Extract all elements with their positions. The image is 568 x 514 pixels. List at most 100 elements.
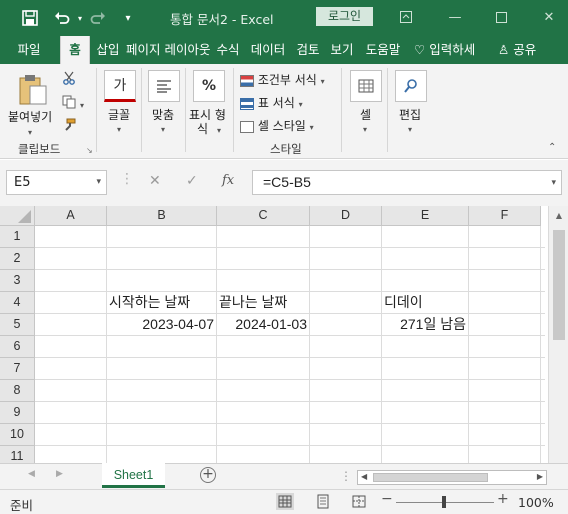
row-header-4[interactable]: 4: [0, 292, 35, 314]
redo-icon[interactable]: [88, 8, 108, 28]
cancel-icon[interactable]: ✕: [149, 173, 161, 189]
save-icon[interactable]: [20, 8, 40, 28]
cell-c5[interactable]: 2024-01-03: [217, 314, 310, 336]
formula-input[interactable]: =C5-B5 ▾: [252, 170, 562, 195]
zoom-slider-knob[interactable]: [442, 496, 446, 508]
paste-button[interactable]: 붙여넣기: [8, 108, 52, 125]
customize-toolbar-icon[interactable]: ▾: [118, 8, 138, 28]
tab-view[interactable]: 보기: [326, 36, 358, 64]
clipboard-launcher-icon[interactable]: ↘: [86, 146, 93, 155]
scroll-up-icon[interactable]: ▲: [549, 211, 568, 220]
tab-help[interactable]: 도움말: [360, 36, 406, 64]
font-icon[interactable]: 가: [104, 70, 136, 102]
more-dots-icon: ⋮: [120, 171, 134, 187]
scroll-left-icon[interactable]: ◀: [361, 472, 367, 481]
name-box[interactable]: E5 ▾: [6, 170, 107, 195]
tab-file[interactable]: 파일: [10, 36, 48, 64]
tab-data[interactable]: 데이터: [246, 36, 290, 64]
alignment-dropdown-icon[interactable]: ▾: [161, 121, 165, 135]
next-sheet-icon[interactable]: ▶: [56, 469, 63, 479]
tab-page-layout[interactable]: 페이지 레이아웃: [126, 36, 210, 64]
column-header-f[interactable]: F: [469, 206, 541, 226]
zoom-out-icon[interactable]: −: [381, 491, 393, 507]
editing-dropdown-icon[interactable]: ▾: [408, 121, 412, 135]
row-header-11[interactable]: 11: [0, 446, 35, 463]
horizontal-scroll-thumb[interactable]: [373, 473, 488, 482]
search-icon[interactable]: [395, 70, 427, 102]
paste-dropdown-icon[interactable]: ▾: [28, 124, 32, 138]
cell-c4[interactable]: 끝나는 날짜: [217, 292, 310, 314]
undo-icon[interactable]: [52, 8, 72, 28]
number-format-label-2[interactable]: 식: [197, 120, 208, 137]
conditional-format-button[interactable]: 조건부 서식 ▾: [240, 71, 325, 88]
row-header-9[interactable]: 9: [0, 402, 35, 424]
login-button[interactable]: 로그인: [316, 7, 373, 26]
share-button[interactable]: ♙ 공유: [498, 36, 548, 64]
sheet-tab-sheet1[interactable]: Sheet1: [102, 463, 165, 488]
separator: [185, 68, 186, 152]
tell-me-box[interactable]: ♡ 입력하세: [414, 36, 488, 64]
minimize-icon[interactable]: —: [444, 7, 466, 27]
select-all-corner[interactable]: [0, 206, 35, 226]
font-dropdown-icon[interactable]: ▾: [117, 121, 121, 135]
cell-b4[interactable]: 시작하는 날짜: [107, 292, 217, 314]
column-header-c[interactable]: C: [217, 206, 310, 226]
prev-sheet-icon[interactable]: ◀: [28, 469, 35, 479]
copy-icon[interactable]: [62, 95, 76, 112]
vertical-scrollbar[interactable]: ▲: [548, 206, 568, 463]
undo-dropdown-icon[interactable]: ▾: [70, 8, 90, 28]
tab-review[interactable]: 검토: [292, 36, 324, 64]
scroll-right-icon[interactable]: ▶: [537, 472, 543, 481]
spreadsheet-grid[interactable]: A B C D E F 1 2 3 4 5 6 7 8 9 10 11 시작하는…: [0, 206, 568, 463]
cell-e5[interactable]: 271일 남음: [382, 314, 469, 336]
row-header-6[interactable]: 6: [0, 336, 35, 358]
window-title: 통합 문서2 - Excel: [170, 12, 274, 27]
insert-function-icon[interactable]: fx: [222, 173, 234, 188]
copy-dropdown-icon[interactable]: ▾: [80, 97, 84, 111]
tab-formulas[interactable]: 수식: [212, 36, 244, 64]
column-header-a[interactable]: A: [35, 206, 107, 226]
cell-style-button[interactable]: 셀 스타일 ▾: [240, 117, 314, 134]
number-format-icon[interactable]: %: [193, 70, 225, 102]
column-header-d[interactable]: D: [310, 206, 382, 226]
row-header-8[interactable]: 8: [0, 380, 35, 402]
name-box-dropdown-icon[interactable]: ▾: [96, 171, 101, 194]
cell-b5[interactable]: 2023-04-07: [107, 314, 217, 336]
maximize-icon[interactable]: [490, 7, 512, 27]
separator: [233, 68, 234, 152]
name-box-value: E5: [14, 175, 31, 190]
normal-view-icon[interactable]: [276, 493, 294, 510]
number-format-dropdown-icon[interactable]: ▾: [217, 122, 221, 136]
vertical-scroll-thumb[interactable]: [553, 230, 565, 340]
row-header-10[interactable]: 10: [0, 424, 35, 446]
row-header-1[interactable]: 1: [0, 226, 35, 248]
cell-e4[interactable]: 디데이: [382, 292, 469, 314]
enter-icon[interactable]: ✓: [186, 173, 198, 189]
format-painter-icon[interactable]: [62, 118, 76, 135]
row-header-2[interactable]: 2: [0, 248, 35, 270]
page-layout-view-icon[interactable]: [314, 493, 332, 510]
row-header-5[interactable]: 5: [0, 314, 35, 336]
zoom-level[interactable]: 100%: [518, 495, 554, 510]
column-header-e[interactable]: E: [382, 206, 469, 226]
format-table-button[interactable]: 표 서식 ▾: [240, 94, 303, 111]
page-break-view-icon[interactable]: [350, 493, 368, 510]
close-icon[interactable]: ✕: [538, 7, 560, 27]
collapse-ribbon-icon[interactable]: ⌃: [548, 142, 556, 153]
row-header-3[interactable]: 3: [0, 270, 35, 292]
column-header-b[interactable]: B: [107, 206, 217, 226]
expand-formula-icon[interactable]: ▾: [551, 171, 556, 194]
add-sheet-icon[interactable]: +: [200, 467, 216, 483]
row-header-7[interactable]: 7: [0, 358, 35, 380]
share-label: 공유: [513, 42, 537, 57]
horizontal-scrollbar[interactable]: ◀ ▶: [357, 470, 547, 485]
alignment-icon[interactable]: [148, 70, 180, 102]
tab-home[interactable]: 홈: [60, 36, 90, 64]
zoom-in-icon[interactable]: +: [497, 491, 509, 507]
paste-icon[interactable]: [18, 74, 48, 109]
cells-dropdown-icon[interactable]: ▾: [363, 121, 367, 135]
cells-icon[interactable]: [350, 70, 382, 102]
tab-insert[interactable]: 삽입: [92, 36, 124, 64]
cut-icon[interactable]: [62, 71, 76, 88]
ribbon-display-icon[interactable]: [395, 7, 417, 27]
